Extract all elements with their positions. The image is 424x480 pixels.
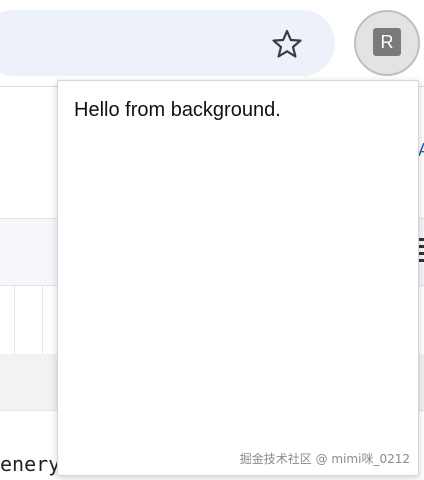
bookmark-star-icon[interactable] xyxy=(271,28,303,60)
page-grid-line xyxy=(42,286,43,354)
watermark: 掘金技术社区 @ mimi咪_0212 xyxy=(239,452,410,466)
page-grid-line xyxy=(14,286,15,354)
browser-window: enery A R Hello from background. 掘金技术社区 … xyxy=(0,0,424,480)
page-code-fragment: enery xyxy=(0,452,61,476)
browser-toolbar: R xyxy=(0,0,424,86)
extension-button[interactable]: R xyxy=(354,10,420,76)
extension-icon: R xyxy=(373,28,401,56)
extension-popup: Hello from background. 掘金技术社区 @ mimi咪_02… xyxy=(57,80,419,476)
popup-message: Hello from background. xyxy=(74,99,281,121)
